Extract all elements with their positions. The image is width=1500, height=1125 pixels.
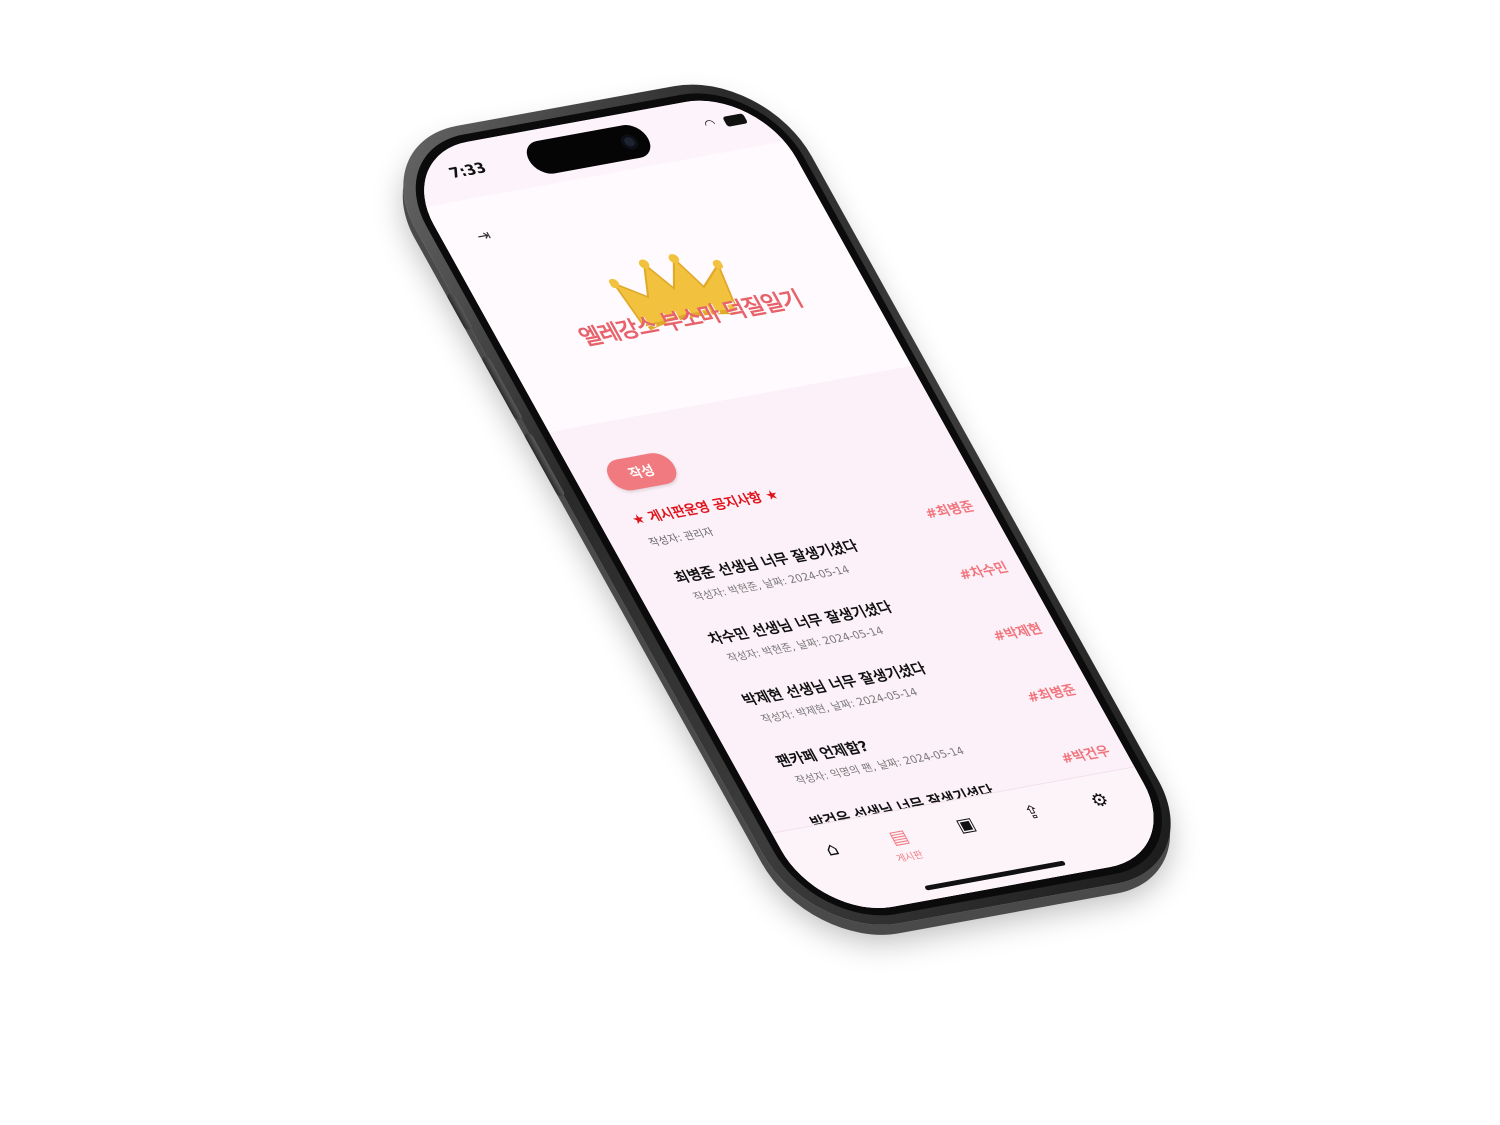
home-icon: ⌂	[820, 838, 844, 861]
gear-icon: ⚙	[1086, 789, 1114, 812]
tab-home[interactable]: ⌂	[799, 834, 867, 866]
tab-board[interactable]: ▤ 게시판	[866, 822, 941, 867]
app-logo: 엘레강스 부소마 덕질일기	[534, 232, 831, 375]
write-button[interactable]: 작성	[600, 450, 683, 494]
wifi-icon: ◠	[701, 116, 720, 133]
notice-item[interactable]: ★ 게시판운영 공지사항 ★ 작성자: 관리자	[628, 485, 795, 551]
store-icon: ▣	[952, 813, 980, 837]
status-time: 7:33	[445, 159, 490, 182]
tab-store[interactable]: ▣	[933, 810, 1001, 842]
share-icon: ⇪	[1019, 801, 1046, 824]
tab-share[interactable]: ⇪	[999, 798, 1067, 830]
device-mockup: 7:33 ◠ ⇥ 엘레강스 부소마 덕질일기 작성 ★ 게시판운영 공지사항 ★…	[0, 0, 1500, 1125]
battery-icon	[722, 113, 749, 127]
tab-settings[interactable]: ⚙	[1066, 785, 1134, 817]
phone: 7:33 ◠ ⇥ 엘레강스 부소마 덕질일기 작성 ★ 게시판운영 공지사항 ★…	[367, 69, 1207, 940]
logout-icon[interactable]: ⇥	[472, 226, 494, 245]
camera-icon	[618, 133, 641, 151]
app-screen: 7:33 ◠ ⇥ 엘레강스 부소마 덕질일기 작성 ★ 게시판운영 공지사항 ★…	[395, 88, 1183, 920]
